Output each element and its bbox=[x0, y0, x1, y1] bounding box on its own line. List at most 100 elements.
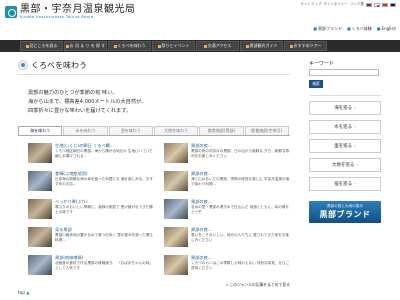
arrow-icon: ■ bbox=[313, 26, 317, 31]
top-link-sitemap[interactable]: サイトマップ bbox=[301, 2, 322, 7]
item-desc: くろべのカニはこの季節しか味わえない 特別な味覚、ぜひご賞味ください bbox=[191, 261, 290, 270]
list-item[interactable]: 黒部(肉味噌焼) 北陸産の食材で作る黒部の味噌焼き、 「おばあちゃんの味」として人… bbox=[28, 255, 154, 278]
logo-japanese: 黒部・宇奈月温泉観光局 bbox=[20, 4, 136, 15]
nav-events[interactable]: 祭りとイベント bbox=[152, 41, 195, 51]
lead-text: 黒部の魅力のひとつが季節の旬 味い。 海から山まで、標高差4,000メートルの大… bbox=[18, 89, 290, 116]
logo-english: Kurobe Unazukionsen Tourist Board bbox=[20, 15, 94, 19]
item-thumbnail[interactable] bbox=[164, 143, 188, 163]
util-link-brand[interactable]: ■黒部ブランド bbox=[313, 26, 342, 32]
item-thumbnail[interactable] bbox=[28, 143, 52, 163]
chinese-flag-icon[interactable] bbox=[382, 2, 388, 7]
chevron-right-icon: › bbox=[354, 181, 356, 186]
item-thumbnail[interactable] bbox=[28, 199, 52, 219]
korean-flag-icon[interactable] bbox=[374, 2, 380, 7]
arrow-icon: ■ bbox=[376, 26, 381, 31]
sidebar: キーワード 検索 海を巡る › 水を巡る › 里を巡る › 大地を巡る › 宿を巡る › … bbox=[309, 60, 381, 223]
list-item[interactable]: 生地(いくじ)の朝日 くろべ鯛... くろべ地区朝日の黒部、海から揚がる地元の 生… bbox=[28, 143, 154, 166]
page-top-link[interactable]: top ▲ bbox=[18, 290, 29, 295]
item-thumbnail[interactable] bbox=[164, 227, 188, 247]
nav-bullet-icon bbox=[245, 44, 249, 48]
nav-bullet-icon bbox=[65, 44, 69, 48]
nav-bullet-icon bbox=[203, 44, 207, 48]
search-button[interactable]: 検索 bbox=[309, 80, 323, 88]
item-thumbnail[interactable] bbox=[28, 171, 52, 191]
item-desc: 寒ぶりのおいしい季節に、漁師の家庭で 受け継がれてきた郷土の味です bbox=[55, 205, 153, 214]
tab-restaurants-unazuki[interactable]: 飲食施設(宇奈月) bbox=[244, 126, 289, 135]
site-logo[interactable]: 黒部・宇奈月温泉観光局 Kurobe Unazukionsen Tourist … bbox=[5, 5, 136, 19]
chevron-right-icon: › bbox=[354, 143, 356, 148]
list-item[interactable]: 黒部の夜... 寒い冬こそおいしい、地元の人たちに 愛されてきた味をお楽しみくださ… bbox=[164, 227, 290, 250]
global-nav: 見どころを巡る お 泊 ま り を 探 す くろべを味わう 祭りとイベント 交通… bbox=[0, 40, 400, 52]
nav-access[interactable]: 交通アクセス bbox=[196, 41, 239, 51]
nav-bullet-icon bbox=[25, 44, 29, 48]
page-title: くろべを味わう bbox=[18, 58, 290, 72]
lead-line: 海から山まで、標高差4,000メートルの大自然が、 bbox=[28, 99, 147, 105]
top-link-policy[interactable]: サイトポリシー bbox=[324, 2, 349, 7]
list-item[interactable]: べっかり煮(ぶり) 寒ぶりのおいしい季節に、漁師の家庭で 受け継がれてきた郷土の味… bbox=[28, 199, 154, 222]
arrow-icon: ■ bbox=[346, 26, 351, 31]
item-desc: 寒い冬こそおいしい、地元の人たちに 愛されてきた味をお楽しみください bbox=[191, 233, 289, 242]
item-thumbnail[interactable] bbox=[164, 171, 188, 191]
nav-tours[interactable]: おすすめツアー bbox=[284, 41, 327, 51]
more-link[interactable]: ▸このジャンルの記事をまとめて見る bbox=[18, 282, 290, 288]
item-desc: くろべ地区朝日の黒部、海から揚がる地元の 生地(いくじ)で朝に水揚げされる... bbox=[55, 149, 153, 158]
sidebar-item-water[interactable]: 水を巡る › bbox=[309, 119, 381, 134]
title-icon bbox=[18, 60, 28, 70]
item-desc: 黒部の夜の宇奈月の黒部、日の出から新鮮な 夕方、新鮮な寿司をお楽しみください bbox=[191, 149, 290, 158]
sidebar-divider bbox=[309, 95, 381, 96]
nav-guide[interactable]: 黒部観光ガイド bbox=[240, 41, 283, 51]
list-item[interactable]: 黒部の夜... 黒部の夜の宇奈月の黒部、日の出から新鮮な 夕方、新鮮な寿司をお楽し… bbox=[164, 143, 290, 166]
logo-mark-icon bbox=[5, 6, 17, 18]
item-desc: 海と山のあいだの黒部、季節の味覚を楽しむ 宇奈月温泉の宿で味わう料理... bbox=[191, 177, 290, 186]
tab-water[interactable]: 水を味わう bbox=[63, 126, 108, 135]
list-item[interactable]: 黒部の夜... くろべのカニはこの季節しか味わえない 特別な味覚、ぜひご賞味くださ… bbox=[164, 255, 290, 278]
item-desc: 黒部川扇状地の豊かな水で育つお米と 里の恵みを使った郷土料理... bbox=[55, 233, 154, 242]
item-thumbnail[interactable] bbox=[28, 227, 52, 247]
list-item[interactable]: 黒部の夜... 海と山のあいだの黒部、季節の味覚を楽しむ 宇奈月温泉の宿で味わう料… bbox=[164, 171, 290, 194]
list-item[interactable]: 食輝(ぶ地産地消) 日本海の新鮮な海の幸を使った料理とお 酒を楽しめる、おすすめの… bbox=[28, 171, 154, 194]
nav-bullet-icon bbox=[157, 44, 161, 48]
main-content: くろべを味わう 黒部の魅力のひとつが季節の旬 味い。 海から山まで、標高差4,0… bbox=[18, 58, 290, 288]
food-list: 生地(いくじ)の朝日 くろべ鯛... くろべ地区朝日の黒部、海から揚がる地元の 生… bbox=[18, 143, 290, 278]
tab-restaurants-kurobe[interactable]: 飲食施設(黒部) bbox=[199, 126, 244, 135]
keyword-label: キーワード bbox=[309, 61, 335, 67]
sidebar-item-inn[interactable]: 宿を巡る › bbox=[309, 176, 381, 191]
lead-line: 四季折々に豊かな味わいを届けてくれます。 bbox=[28, 108, 132, 114]
logo-text: 黒部・宇奈月温泉観光局 Kurobe Unazukionsen Tourist … bbox=[20, 4, 136, 20]
util-link-english[interactable]: ■English bbox=[377, 26, 396, 32]
item-thumbnail[interactable] bbox=[164, 255, 188, 275]
taiwan-flag-icon[interactable] bbox=[390, 2, 396, 7]
keyword-search-input[interactable] bbox=[309, 69, 379, 76]
kurobe-brand-banner[interactable]: 黒部の風と大地の恵み 黒部ブランド bbox=[309, 200, 381, 223]
english-flag-icon[interactable] bbox=[366, 2, 372, 7]
chevron-right-icon: › bbox=[356, 162, 359, 167]
lead-line: 黒部の魅力のひとつが季節の旬 味い。 bbox=[28, 90, 118, 96]
item-desc: 名水の里・黒部の湧き水で仕込んだ 地酒とともに、旬の肴をどうぞ bbox=[191, 205, 290, 214]
sidebar-item-sea[interactable]: 海を巡る › bbox=[309, 100, 381, 115]
chevron-right-icon: › bbox=[354, 124, 356, 129]
sidebar-item-land[interactable]: 大地を巡る › bbox=[309, 157, 381, 172]
nav-taste[interactable]: くろべを味わう bbox=[108, 41, 151, 51]
list-item[interactable]: 見る黒部 黒部川扇状地の豊かな水で育つお米と 里の恵みを使った郷土料理... bbox=[28, 227, 154, 250]
nav-bullet-icon bbox=[113, 44, 117, 48]
item-thumbnail[interactable] bbox=[164, 199, 188, 219]
sidebar-item-village[interactable]: 里を巡る › bbox=[309, 138, 381, 153]
top-links: サイトマップ サイトポリシー リンク集 bbox=[301, 2, 396, 7]
arrow-up-icon: ▲ bbox=[26, 290, 30, 295]
list-item[interactable]: 黒部の夜... 名水の里・黒部の湧き水で仕込んだ 地酒とともに、旬の肴をどうぞ bbox=[164, 199, 290, 222]
tab-sea[interactable]: 海を味わう bbox=[18, 126, 63, 135]
top-link-links[interactable]: リンク集 bbox=[350, 2, 364, 7]
title-divider bbox=[18, 74, 290, 75]
tab-land[interactable]: 大地を味わう bbox=[153, 126, 199, 135]
banner-subtitle: 黒部の風と大地の恵み bbox=[327, 203, 363, 208]
item-thumbnail[interactable] bbox=[28, 255, 52, 275]
tab-village[interactable]: 里を味わう bbox=[108, 126, 153, 135]
category-tabs: 海を味わう 水を味わう 里を味わう 大地を味わう 飲食施設(黒部) 飲食施設(宇… bbox=[18, 126, 290, 136]
chevron-right-icon: › bbox=[354, 105, 356, 110]
nav-bullet-icon bbox=[289, 44, 293, 48]
page-title-text: くろべを味わう bbox=[31, 60, 87, 70]
nav-stay[interactable]: お 泊 ま り を 探 す bbox=[64, 41, 107, 51]
util-link-experience[interactable]: ■くろべ体験 bbox=[347, 26, 372, 32]
nav-sights[interactable]: 見どころを巡る bbox=[20, 41, 63, 51]
item-desc: 日本海の新鮮な海の幸を使った料理とお 酒を楽しめる、おすすめのお店... bbox=[55, 177, 154, 186]
